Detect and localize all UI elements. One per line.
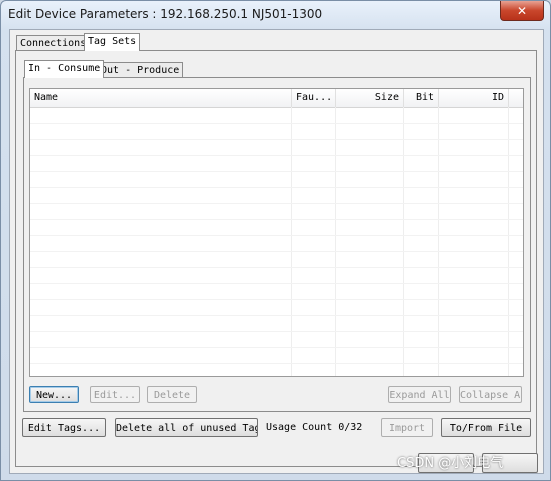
close-icon: ✕ — [516, 3, 528, 18]
edit-device-parameters-window: Edit Device Parameters : 192.168.250.1 N… — [0, 0, 551, 481]
list-row-line — [30, 139, 523, 140]
column-divider — [438, 107, 439, 376]
tab-connections[interactable]: Connections — [16, 35, 91, 51]
edit-tags-button[interactable]: Edit Tags... — [22, 418, 106, 437]
title-bar[interactable]: Edit Device Parameters : 192.168.250.1 N… — [1, 1, 550, 29]
column-header-size[interactable]: Size — [336, 89, 404, 107]
list-row-line — [30, 363, 523, 364]
column-divider — [403, 107, 404, 376]
new-button[interactable]: New... — [29, 386, 79, 403]
column-header-name[interactable]: Name — [30, 89, 292, 107]
list-row-line — [30, 331, 523, 332]
list-row-line — [30, 299, 523, 300]
list-row-line — [30, 219, 523, 220]
column-header-id[interactable]: ID — [439, 89, 509, 107]
import-button[interactable]: Import — [381, 418, 433, 437]
column-divider — [508, 107, 509, 376]
edit-button[interactable]: Edit... — [90, 386, 140, 403]
list-row-line — [30, 187, 523, 188]
window-title: Edit Device Parameters : 192.168.250.1 N… — [8, 7, 323, 21]
list-row-line — [30, 155, 523, 156]
expand-all-button[interactable]: Expand All — [388, 386, 451, 403]
collapse-all-button[interactable]: Collapse All — [459, 386, 522, 403]
list-row-line — [30, 235, 523, 236]
delete-button[interactable]: Delete — [147, 386, 197, 403]
column-divider — [335, 107, 336, 376]
column-divider — [291, 107, 292, 376]
list-row-line — [30, 347, 523, 348]
list-row-line — [30, 283, 523, 284]
close-button[interactable]: ✕ — [500, 1, 544, 21]
list-row-line — [30, 203, 523, 204]
list-row-line — [30, 123, 523, 124]
delete-unused-tag-sets-button[interactable]: Delete all of unused Tag Set — [115, 418, 258, 437]
list-row-line — [30, 315, 523, 316]
list-header: Name Fau... Size Bit ID — [30, 89, 523, 108]
to-from-file-button[interactable]: To/From File — [441, 418, 531, 437]
subtab-out-produce[interactable]: Out - Produce — [97, 62, 184, 78]
tab-tag-sets[interactable]: Tag Sets — [84, 33, 141, 51]
subtab-in-consume[interactable]: In - Consume — [24, 60, 105, 78]
list-row-line — [30, 267, 523, 268]
column-header-bit[interactable]: Bit — [404, 89, 439, 107]
list-row-line — [30, 171, 523, 172]
csdn-watermark: CSDN @小刘电气 — [397, 456, 504, 471]
column-header-fault[interactable]: Fau... — [292, 89, 336, 107]
usage-count-label: Usage Count 0/32 — [266, 422, 363, 433]
list-row-line — [30, 251, 523, 252]
tag-list[interactable]: Name Fau... Size Bit ID — [29, 88, 524, 377]
